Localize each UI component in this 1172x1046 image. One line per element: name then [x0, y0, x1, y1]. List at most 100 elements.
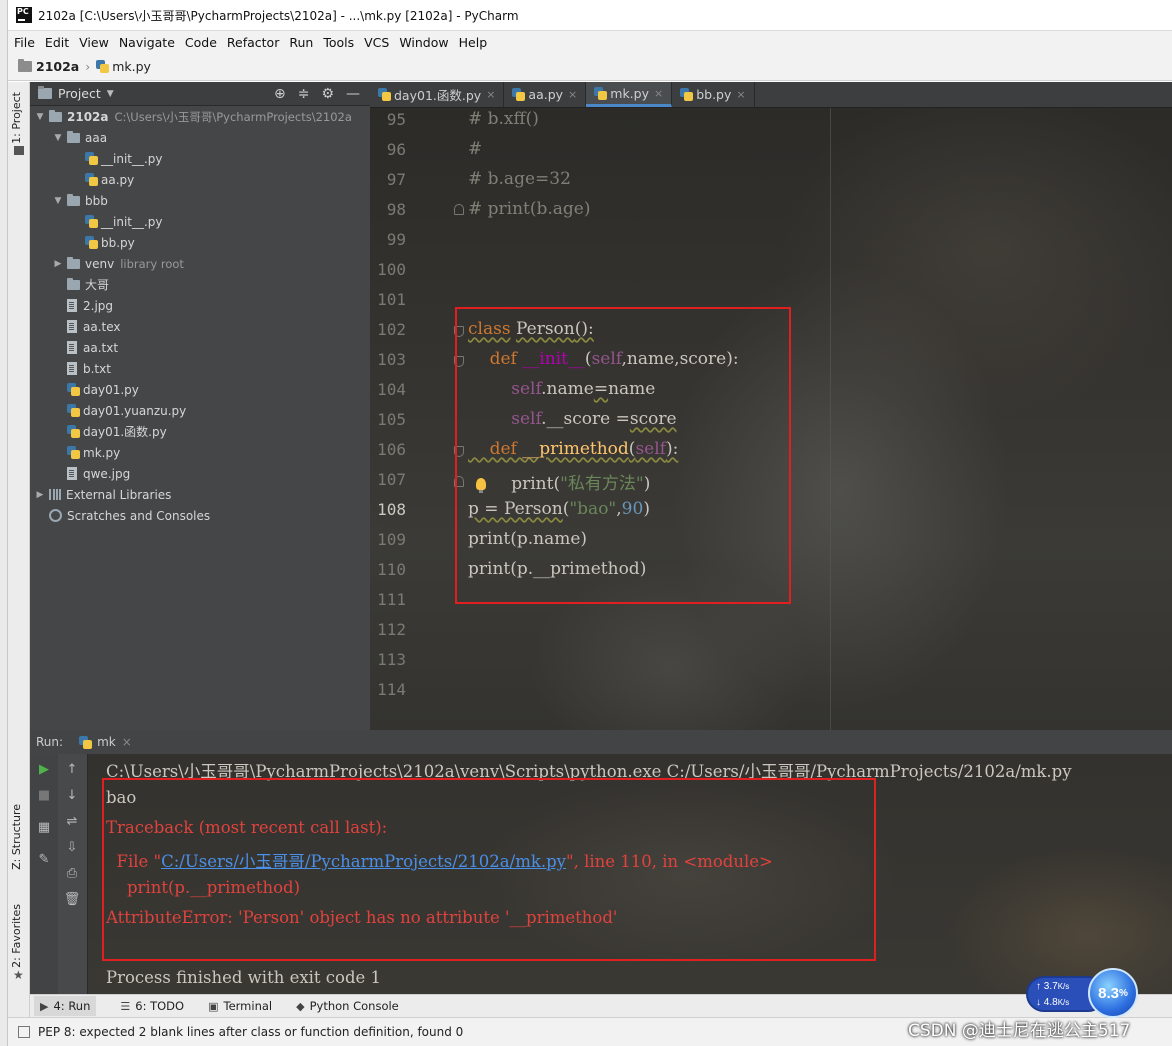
tree-item[interactable]: 2.jpg: [30, 295, 370, 316]
editor-tab[interactable]: bb.py ×: [672, 82, 755, 107]
line-number: 105: [377, 410, 406, 429]
rerun-icon[interactable]: ▶: [35, 762, 53, 778]
menu-item-vcs[interactable]: VCS: [364, 35, 389, 50]
expand-arrow-icon[interactable]: ▼: [34, 112, 46, 122]
code-editor[interactable]: 95 96 97 98 99 100 101 102 103 104 105 106 107 108 109…: [370, 108, 1172, 730]
tree-item[interactable]: __init__.py: [30, 148, 370, 169]
folder-icon: [18, 59, 32, 72]
tree-item[interactable]: 大哥: [30, 274, 370, 295]
locate-icon[interactable]: ⊕: [274, 86, 286, 102]
tree-item[interactable]: aa.tex: [30, 316, 370, 337]
line-number: 100: [377, 260, 406, 279]
trash-icon[interactable]: 🗑: [63, 892, 81, 908]
minimize-icon[interactable]: —: [346, 86, 360, 102]
menu-item-code[interactable]: Code: [185, 35, 217, 50]
chevron-down-icon[interactable]: ▼: [107, 89, 114, 99]
menu-item-view[interactable]: View: [79, 35, 109, 50]
pin-icon[interactable]: ✎: [35, 852, 53, 868]
tree-item[interactable]: qwe.jpg: [30, 463, 370, 484]
close-icon[interactable]: ×: [486, 88, 495, 101]
tool-tab-icon: ▶: [40, 999, 49, 1013]
breadcrumb-project[interactable]: 2102a: [36, 59, 79, 74]
layout-icon[interactable]: ▦: [35, 820, 53, 836]
code-line[interactable]: # b.age=32: [468, 169, 571, 189]
project-icon: [38, 86, 52, 99]
close-icon[interactable]: ×: [122, 735, 132, 749]
close-icon[interactable]: ×: [568, 88, 577, 101]
tool-tab-icon: ☰: [120, 999, 131, 1013]
close-icon[interactable]: ×: [654, 87, 663, 100]
bottom-tool-tab[interactable]: ◆ Python Console: [296, 999, 399, 1013]
tree-root-name: 2102a: [67, 109, 109, 124]
menu-item-navigate[interactable]: Navigate: [119, 35, 175, 50]
tree-root[interactable]: ▼ 2102a C:\Users\小玉哥哥\PycharmProjects\21…: [30, 106, 370, 127]
bottom-tool-tab[interactable]: ▶ 4: Run: [34, 996, 97, 1016]
expand-arrow-icon[interactable]: ▶: [34, 490, 46, 500]
breadcrumb-file[interactable]: mk.py: [112, 59, 151, 74]
line-number: 107: [377, 470, 406, 489]
tree-item[interactable]: day01.yuanzu.py: [30, 400, 370, 421]
menu-item-file[interactable]: File: [14, 35, 35, 50]
tree-item[interactable]: day01.函数.py: [30, 421, 370, 442]
code-line[interactable]: # b.xff(): [468, 109, 539, 129]
tree-scratches[interactable]: Scratches and Consoles: [30, 505, 370, 526]
tree-item[interactable]: day01.py: [30, 379, 370, 400]
close-icon[interactable]: ×: [736, 88, 745, 101]
tree-external-libraries[interactable]: ▶ External Libraries: [30, 484, 370, 505]
toggle-tool-windows-icon[interactable]: [18, 1026, 30, 1038]
tree-item[interactable]: mk.py: [30, 442, 370, 463]
collapse-all-icon[interactable]: ≑: [298, 86, 310, 102]
expand-arrow-icon[interactable]: ▼: [52, 133, 64, 143]
editor-tab[interactable]: mk.py ×: [586, 82, 673, 107]
editor-tab[interactable]: aa.py ×: [504, 82, 587, 107]
project-panel-title[interactable]: Project: [58, 86, 101, 101]
python-file-icon: [67, 383, 80, 396]
menu-item-run[interactable]: Run: [289, 35, 313, 50]
arrow-up-icon[interactable]: ↑: [63, 762, 81, 778]
menu-item-edit[interactable]: Edit: [45, 35, 69, 50]
run-console[interactable]: C:\Users\小玉哥哥\PycharmProjects\2102a\venv…: [88, 754, 1172, 994]
tree-item[interactable]: aa.txt: [30, 337, 370, 358]
tab-structure[interactable]: Z: Structure: [10, 804, 23, 870]
bottom-tool-tab[interactable]: ▣ Terminal: [208, 999, 272, 1013]
tree-item[interactable]: bb.py: [30, 232, 370, 253]
python-file-icon: [512, 88, 526, 101]
run-config-tab[interactable]: mk: [97, 735, 116, 749]
tree-item[interactable]: aa.py: [30, 169, 370, 190]
line-number: 110: [377, 560, 406, 579]
bottom-tool-tab[interactable]: ☰ 6: TODO: [120, 999, 184, 1013]
tool-tab-icon: ▣: [208, 999, 219, 1013]
print-icon[interactable]: ⎙: [63, 866, 81, 882]
tree-item[interactable]: __init__.py: [30, 211, 370, 232]
gear-icon[interactable]: ⚙: [321, 86, 334, 102]
menu-item-help[interactable]: Help: [459, 35, 488, 50]
bottom-tool-label: 6: TODO: [135, 999, 185, 1013]
tree-item[interactable]: ▼ aaa: [30, 127, 370, 148]
expand-arrow-icon[interactable]: ▶: [52, 259, 64, 269]
stop-icon[interactable]: ■: [35, 788, 53, 804]
line-number: 104: [377, 380, 406, 399]
tree-item[interactable]: ▶ venv library root: [30, 253, 370, 274]
tab-project[interactable]: 1: Project: [10, 92, 23, 144]
tree-item[interactable]: ▼ bbb: [30, 190, 370, 211]
menu-item-window[interactable]: Window: [399, 35, 448, 50]
arrow-down-icon[interactable]: ↓: [63, 788, 81, 804]
editor-tab[interactable]: day01.函数.py ×: [370, 82, 505, 107]
python-run-icon: [79, 735, 93, 749]
folder-icon: [67, 256, 80, 269]
tree-item-label: 大哥: [85, 278, 110, 292]
expand-arrow-icon[interactable]: ▼: [52, 196, 64, 206]
soft-wrap-icon[interactable]: ⇌: [63, 814, 81, 830]
menu-item-tools[interactable]: Tools: [323, 35, 354, 50]
line-number: 109: [377, 530, 406, 549]
fold-marker-icon[interactable]: [454, 204, 464, 215]
code-line[interactable]: #: [468, 139, 482, 159]
line-number: 102: [377, 320, 406, 339]
tab-favorites[interactable]: 2: Favorites: [10, 904, 23, 968]
network-speed-widget[interactable]: ↑ 3.7K/s ↓ 4.8K/s 8.3%: [1026, 968, 1138, 1018]
code-line[interactable]: # print(b.age): [468, 199, 591, 219]
menu-item-refactor[interactable]: Refactor: [227, 35, 279, 50]
tree-item[interactable]: b.txt: [30, 358, 370, 379]
scroll-to-end-icon[interactable]: ⇩: [63, 840, 81, 856]
scratches-icon: [49, 509, 62, 522]
